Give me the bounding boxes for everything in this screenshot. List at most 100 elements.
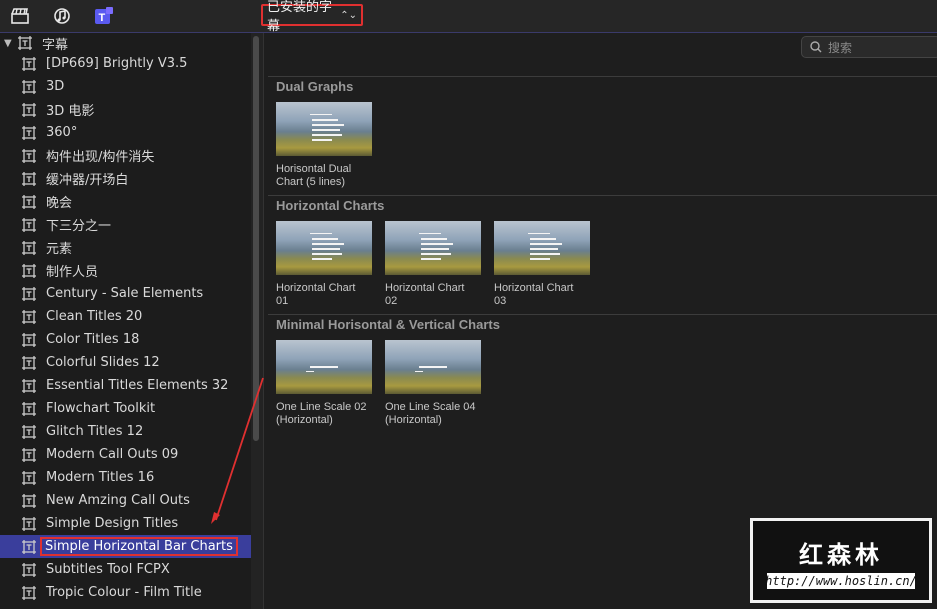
sidebar-item[interactable]: 3D 电影 bbox=[0, 98, 251, 121]
thumbnail-bar bbox=[530, 238, 556, 240]
titles-film-icon bbox=[22, 286, 36, 301]
titles-film-icon bbox=[22, 539, 36, 554]
top-toolbar: T 已安装的字幕 ⌃⌄ bbox=[0, 0, 937, 34]
sidebar-item[interactable]: Modern Titles 16 bbox=[0, 466, 251, 489]
titles-film-icon bbox=[22, 355, 36, 370]
sidebar-item[interactable]: 下三分之一 bbox=[0, 213, 251, 236]
title-thumbnail[interactable] bbox=[276, 221, 372, 275]
section-title: Horizontal Charts bbox=[276, 198, 385, 213]
thumbnail-bar bbox=[530, 253, 560, 255]
titles-film-icon bbox=[18, 36, 32, 50]
titles-film-icon bbox=[22, 424, 36, 439]
sidebar-item[interactable]: Essential Titles Elements 32 bbox=[0, 374, 251, 397]
library-dropdown[interactable]: 已安装的字幕 ⌃⌄ bbox=[261, 0, 363, 34]
thumbnail-bar bbox=[310, 114, 332, 115]
section-divider bbox=[268, 76, 937, 77]
sidebar-item[interactable]: [DP669] Brightly V3.5 bbox=[0, 52, 251, 75]
sidebar-item[interactable]: Subtitles Tool FCPX bbox=[0, 558, 251, 581]
titles-film-icon bbox=[22, 217, 36, 232]
sidebar-item-label: 3D bbox=[46, 79, 65, 94]
sidebar-item[interactable]: Tropic Colour - Film Title bbox=[0, 581, 251, 604]
sidebar-item[interactable]: Simple Horizontal Bar Charts bbox=[0, 535, 251, 558]
caption-line1: One Line Scale 04 bbox=[385, 401, 476, 413]
titles-film-icon bbox=[22, 562, 36, 577]
sidebar-item-label: 缓冲器/开场白 bbox=[46, 173, 129, 188]
sidebar-item-label: Glitch Titles 12 bbox=[46, 424, 144, 439]
sidebar-root[interactable]: ▼ 字幕 bbox=[0, 33, 251, 53]
thumbnail-bar bbox=[310, 366, 338, 368]
search-icon bbox=[810, 41, 822, 53]
caption-line2: 03 bbox=[494, 295, 507, 307]
title-thumbnail[interactable] bbox=[276, 102, 372, 156]
titles-film-icon bbox=[22, 102, 36, 117]
sidebar-item[interactable]: Colorful Slides 12 bbox=[0, 351, 251, 374]
thumbnail-bar bbox=[306, 371, 314, 372]
sidebar-item[interactable]: Glitch Titles 12 bbox=[0, 420, 251, 443]
sidebar-item-label: Simple Design Titles bbox=[46, 516, 179, 531]
thumbnail-bar bbox=[421, 238, 447, 240]
thumbnail-caption: Horisontal Dual Chart (5 lines) bbox=[276, 163, 386, 189]
caption-line1: Horizontal Chart bbox=[385, 282, 465, 294]
disclosure-triangle-icon[interactable]: ▼ bbox=[4, 38, 14, 49]
thumbnail-bar bbox=[312, 124, 344, 126]
sidebar-item-label: Essential Titles Elements 32 bbox=[46, 378, 229, 393]
title-thumbnail[interactable] bbox=[276, 340, 372, 394]
caption-line2: (Horizontal) bbox=[385, 414, 442, 426]
sidebar: ▼ 字幕 [DP669] Brightly V3.5 3D 3D 电影 360° 构件出… bbox=[0, 33, 251, 609]
section-divider bbox=[268, 314, 937, 315]
titles-film-icon bbox=[22, 493, 36, 508]
sidebar-item[interactable]: 缓冲器/开场白 bbox=[0, 167, 251, 190]
caption-line2: 02 bbox=[385, 295, 398, 307]
sidebar-item-label: Tropic Colour - Film Title bbox=[46, 585, 202, 600]
sidebar-item-label: Flowchart Toolkit bbox=[46, 401, 156, 416]
thumbnail-bar bbox=[312, 134, 342, 136]
title-thumbnail[interactable] bbox=[385, 340, 481, 394]
sidebar-item[interactable]: Modern Call Outs 09 bbox=[0, 443, 251, 466]
sidebar-item[interactable]: Clean Titles 20 bbox=[0, 305, 251, 328]
sidebar-item[interactable]: Simple Design Titles bbox=[0, 512, 251, 535]
clapperboard-icon[interactable] bbox=[10, 7, 30, 25]
sidebar-item[interactable]: New Amzing Call Outs bbox=[0, 489, 251, 512]
thumbnail-bar bbox=[312, 238, 338, 240]
search-field[interactable]: 搜索 bbox=[801, 36, 937, 58]
caption-line1: Horizontal Chart bbox=[494, 282, 574, 294]
sidebar-item-label: 晚会 bbox=[46, 196, 73, 211]
thumbnail-bar bbox=[421, 258, 441, 260]
thumbnail-caption: One Line Scale 02 (Horizontal) bbox=[276, 401, 386, 427]
sidebar-item[interactable]: 构件出现/构件消失 bbox=[0, 144, 251, 167]
caption-line2: 01 bbox=[276, 295, 289, 307]
sidebar-item[interactable]: Color Titles 18 bbox=[0, 328, 251, 351]
sidebar-item-label: Color Titles 18 bbox=[46, 332, 140, 347]
titles-film-icon bbox=[22, 470, 36, 485]
sidebar-item-label: 3D 电影 bbox=[46, 104, 95, 119]
sidebar-item[interactable]: 360° bbox=[0, 121, 251, 144]
sidebar-item[interactable]: 制作人员 bbox=[0, 259, 251, 282]
thumbnail-caption: Horizontal Chart 01 bbox=[276, 282, 386, 308]
sidebar-item[interactable]: 晚会 bbox=[0, 190, 251, 213]
sidebar-item[interactable]: 元素 bbox=[0, 236, 251, 259]
titles-film-icon bbox=[22, 171, 36, 186]
thumbnail-bar bbox=[312, 243, 344, 245]
thumbnail-bar bbox=[421, 243, 453, 245]
sidebar-item-label: Subtitles Tool FCPX bbox=[46, 562, 170, 577]
titles-film-icon bbox=[22, 332, 36, 347]
titles-film-icon bbox=[22, 79, 36, 94]
watermark-url: http://www.hoslin.cn/ bbox=[765, 573, 917, 589]
sidebar-item[interactable]: Century - Sale Elements bbox=[0, 282, 251, 305]
sidebar-item[interactable]: Flowchart Toolkit bbox=[0, 397, 251, 420]
sidebar-scroll-thumb[interactable] bbox=[253, 36, 259, 441]
sidebar-item-label: Century - Sale Elements bbox=[46, 286, 204, 301]
sidebar-item-label: [DP669] Brightly V3.5 bbox=[46, 56, 188, 71]
titles-icon[interactable]: T bbox=[94, 7, 114, 25]
thumbnail-bar bbox=[530, 258, 550, 260]
sidebar-item[interactable]: 3D bbox=[0, 75, 251, 98]
thumbnail-bar bbox=[310, 233, 332, 234]
title-thumbnail[interactable] bbox=[385, 221, 481, 275]
thumbnail-bar bbox=[530, 243, 562, 245]
caption-line2: (Horizontal) bbox=[276, 414, 333, 426]
sidebar-item-label: Modern Titles 16 bbox=[46, 470, 155, 485]
title-thumbnail[interactable] bbox=[494, 221, 590, 275]
music-icon[interactable] bbox=[52, 7, 72, 25]
thumbnail-bar bbox=[312, 129, 340, 131]
sidebar-root-label: 字幕 bbox=[42, 37, 69, 53]
